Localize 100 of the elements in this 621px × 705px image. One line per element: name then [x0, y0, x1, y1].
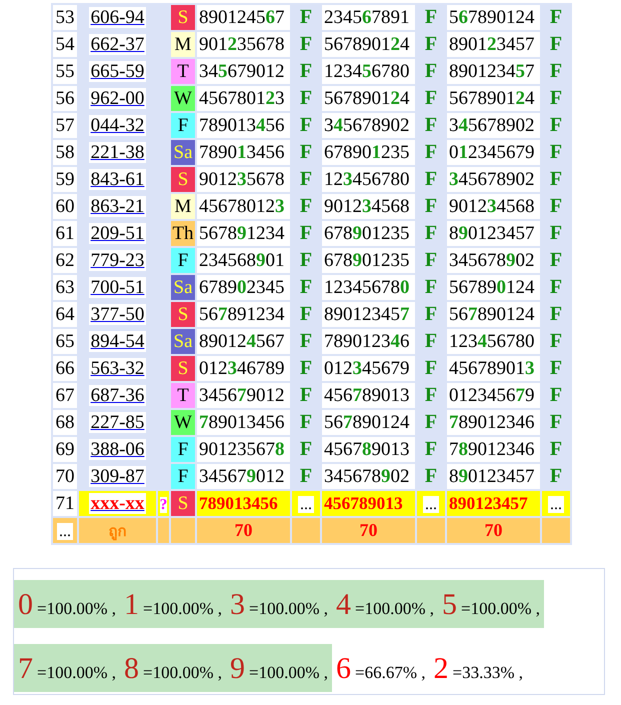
pending-mark: ... — [423, 496, 439, 513]
draw-code-link[interactable]: 863-21 — [88, 196, 146, 217]
number-cell: 567890124 — [322, 410, 415, 435]
draw-code-link[interactable]: 309-87 — [88, 466, 146, 487]
draw-code-link[interactable]: 388-06 — [88, 439, 146, 460]
number-cell: 890123457 — [447, 32, 540, 57]
result-mark: F — [300, 384, 312, 406]
total-count: 70 — [484, 520, 502, 540]
number-cell: 890124567 — [197, 329, 290, 354]
number-cell: 345678902 — [447, 167, 540, 192]
row-number: 69 — [53, 437, 77, 462]
stat-percent: =66.67% , — [355, 663, 426, 683]
result-mark: F — [550, 330, 562, 352]
draw-code-link[interactable]: xxx-xx — [88, 493, 146, 514]
result-mark: F — [550, 60, 562, 82]
number-cell: 012345679 — [447, 140, 540, 165]
number-cell: 345679012 — [197, 59, 290, 84]
result-mark: F — [300, 411, 312, 433]
stat-digit: 4 — [336, 588, 351, 622]
result-mark: F — [300, 249, 312, 271]
number-cell: 890123457 — [447, 221, 540, 246]
number-cell: 789013456 — [197, 491, 290, 516]
result-mark: F — [424, 168, 438, 190]
result-mark: F — [424, 141, 438, 163]
draw-code-link[interactable]: 779-23 — [88, 250, 146, 271]
number-cell: 789012346 — [447, 410, 540, 435]
row-number: 68 — [53, 410, 77, 435]
stat-digit: 3 — [230, 588, 245, 622]
stat-digit: 6 — [336, 652, 351, 686]
number-cell: 456780123 — [197, 194, 290, 219]
result-mark: F — [300, 87, 312, 109]
number-cell: 567891234 — [197, 221, 290, 246]
draw-code-link[interactable]: 843-61 — [88, 169, 146, 190]
number-cell: 678901235 — [322, 248, 415, 273]
draw-code-link[interactable]: 563-32 — [88, 358, 146, 379]
result-mark: F — [300, 141, 312, 163]
day-badge: T — [171, 383, 195, 408]
day-badge: S — [171, 167, 195, 192]
number-cell: 456789013 — [322, 437, 415, 462]
row-number: 67 — [53, 383, 77, 408]
number-cell: 901235678 — [197, 32, 290, 57]
row-number: 65 — [53, 329, 77, 354]
number-cell: 890124567 — [197, 5, 290, 30]
result-mark: F — [424, 6, 438, 28]
result-mark: F — [300, 168, 312, 190]
row-number: 66 — [53, 356, 77, 381]
draw-code-link[interactable]: 962-00 — [88, 88, 146, 109]
result-mark: F — [424, 114, 438, 136]
number-cell: 890123457 — [447, 491, 540, 516]
draw-code-link[interactable]: 662-37 — [88, 34, 146, 55]
draw-code-link[interactable]: 044-32 — [88, 115, 146, 136]
result-mark: F — [300, 114, 312, 136]
result-mark: F — [300, 465, 312, 487]
result-mark: F — [550, 276, 562, 298]
number-cell: 123456780 — [322, 59, 415, 84]
stat-percent: =100.00% , — [461, 599, 540, 619]
day-badge: Sa — [171, 329, 195, 354]
draw-code-link[interactable]: 894-54 — [88, 331, 146, 352]
question-mark: ? — [160, 497, 168, 513]
row-number: 61 — [53, 221, 77, 246]
number-cell: 012345679 — [447, 383, 540, 408]
result-mark: F — [424, 87, 438, 109]
stat-percent: =100.00% , — [143, 663, 222, 683]
draw-code-link[interactable]: 227-85 — [88, 412, 146, 433]
stat-digit: 2 — [434, 652, 448, 686]
stat-percent: =100.00% , — [249, 599, 328, 619]
number-cell: 789012346 — [322, 329, 415, 354]
draw-code-link[interactable]: 377-50 — [88, 304, 146, 325]
number-cell: 123456780 — [322, 167, 415, 192]
result-mark: F — [550, 465, 562, 487]
draw-code-link[interactable]: 221-38 — [88, 142, 146, 163]
result-mark: F — [424, 357, 438, 379]
stat-digit: 8 — [124, 652, 139, 686]
draw-code-link[interactable]: 209-51 — [88, 223, 146, 244]
day-badge: S — [171, 5, 195, 30]
number-cell: 901234568 — [447, 194, 540, 219]
row-number: 62 — [53, 248, 77, 273]
stat-digit: 7 — [18, 652, 33, 686]
result-mark: F — [424, 195, 438, 217]
number-cell: 789013456 — [197, 410, 290, 435]
number-cell: 123456780 — [447, 329, 540, 354]
number-cell: 345678902 — [322, 113, 415, 138]
number-cell: 567890124 — [447, 302, 540, 327]
row-number: 59 — [53, 167, 77, 192]
draw-code-link[interactable]: 700-51 — [88, 277, 146, 298]
row-number: 56 — [53, 86, 77, 111]
draw-code-link[interactable]: 606-94 — [88, 7, 146, 28]
pending-mark: ... — [298, 496, 314, 513]
draw-code-link[interactable]: 665-59 — [88, 61, 146, 82]
row-number: 63 — [53, 275, 77, 300]
number-cell: 456789013 — [447, 356, 540, 381]
number-cell: 234567891 — [322, 5, 415, 30]
result-mark: F — [300, 33, 312, 55]
result-mark: F — [300, 6, 312, 28]
row-number: 58 — [53, 140, 77, 165]
draw-code-link[interactable]: 687-36 — [88, 385, 146, 406]
number-cell: 567890124 — [447, 86, 540, 111]
result-mark: F — [424, 276, 438, 298]
day-badge: F — [171, 464, 195, 489]
stat-percent: =33.33% , — [452, 663, 523, 683]
